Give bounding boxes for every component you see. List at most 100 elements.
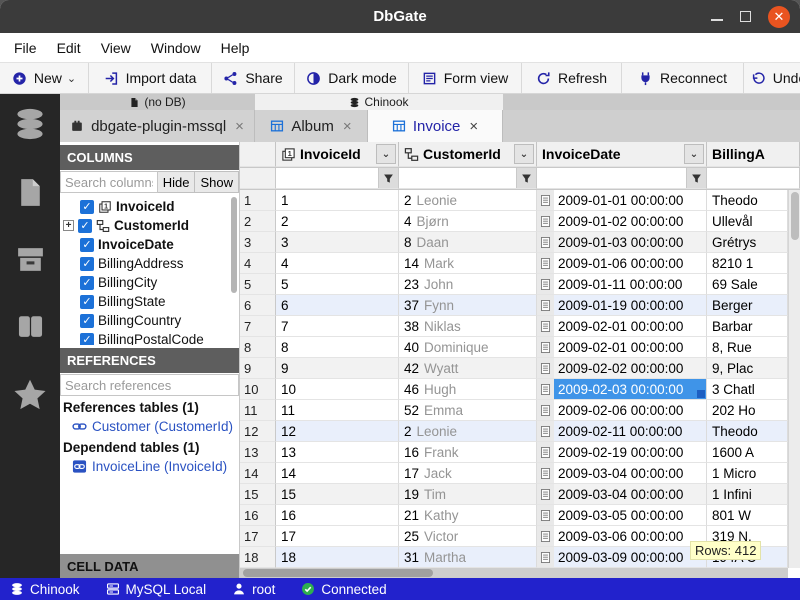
cell-invoiceid[interactable]: 10 (276, 379, 399, 400)
grid-column-header-invoiceid[interactable]: 1InvoiceId⌄ (276, 142, 399, 167)
column-menu-chevron-icon[interactable]: ⌄ (514, 144, 534, 164)
status-chinook[interactable]: Chinook (10, 582, 80, 597)
cell-billingaddress[interactable]: Theodo (707, 421, 788, 442)
cell-billingaddress[interactable]: Berger (707, 295, 788, 316)
sidebar-archive-icon[interactable] (14, 243, 47, 276)
checkbox-icon[interactable]: ✓ (80, 314, 94, 328)
tab-invoice[interactable]: Invoice× (368, 110, 503, 142)
columns-panel-header[interactable]: COLUMNS (60, 145, 239, 170)
close-icon[interactable]: ✕ (768, 6, 790, 28)
search-references-input[interactable] (60, 374, 239, 396)
cell-invoicedate[interactable]: 2009-02-01 00:00:00 (537, 316, 707, 337)
tab-close-icon[interactable]: × (469, 118, 478, 135)
filter-funnel-icon[interactable] (516, 168, 536, 188)
cell-billingaddress[interactable]: 1 Infini (707, 484, 788, 505)
fill-handle[interactable] (697, 390, 705, 398)
columns-scrollbar[interactable] (231, 197, 237, 293)
menu-item-file[interactable]: File (4, 36, 47, 60)
toolbar-button-reconnect[interactable]: Reconnect (622, 63, 744, 93)
status-mysql-local[interactable]: MySQL Local (106, 582, 207, 597)
column-item-billingpostalcode[interactable]: ✓BillingPostalCode (60, 330, 239, 345)
cell-invoiceid[interactable]: 13 (276, 442, 399, 463)
menu-item-window[interactable]: Window (141, 36, 211, 60)
column-menu-chevron-icon[interactable]: ⌄ (376, 144, 396, 164)
menu-item-help[interactable]: Help (211, 36, 260, 60)
filter-funnel-icon[interactable] (378, 168, 398, 188)
tab-group-nodb[interactable]: (no DB) (60, 94, 255, 110)
cell-billingaddress[interactable]: 69 Sale (707, 274, 788, 295)
cell-invoiceid[interactable]: 11 (276, 400, 399, 421)
cell-billingaddress[interactable]: 8210 1 (707, 253, 788, 274)
selected-cell[interactable]: 2009-02-03 00:00:00 (537, 379, 707, 400)
checkbox-icon[interactable]: ✓ (80, 200, 94, 214)
cell-invoiceid[interactable]: 18 (276, 547, 399, 568)
cell-customerid[interactable]: 52Emma (399, 400, 537, 421)
column-item-billingcity[interactable]: ✓BillingCity (60, 273, 239, 292)
cell-invoiceid[interactable]: 5 (276, 274, 399, 295)
cell-customerid[interactable]: 46Hugh (399, 379, 537, 400)
tab-close-icon[interactable]: × (343, 118, 352, 135)
cell-customerid[interactable]: 17Jack (399, 463, 537, 484)
cell-invoicedate[interactable]: 2009-02-01 00:00:00 (537, 337, 707, 358)
cell-invoicedate[interactable]: 2009-03-06 00:00:00 (537, 526, 707, 547)
cell-customerid[interactable]: 31Martha (399, 547, 537, 568)
cell-invoiceid[interactable]: 9 (276, 358, 399, 379)
cell-invoiceid[interactable]: 17 (276, 526, 399, 547)
references-panel-header[interactable]: REFERENCES (60, 348, 239, 373)
cell-billingaddress[interactable]: Barbar (707, 316, 788, 337)
cell-invoicedate[interactable]: 2009-03-09 00:00:00 (537, 547, 707, 568)
cell-customerid[interactable]: 4Bjørn (399, 211, 537, 232)
tab-album[interactable]: Album× (255, 110, 368, 142)
cell-customerid[interactable]: 25Victor (399, 526, 537, 547)
cell-invoiceid[interactable]: 2 (276, 211, 399, 232)
column-item-invoicedate[interactable]: ✓InvoiceDate (60, 235, 239, 254)
cell-invoicedate[interactable]: 2009-02-19 00:00:00 (537, 442, 707, 463)
cell-customerid[interactable]: 40Dominique (399, 337, 537, 358)
checkbox-icon[interactable]: ✓ (78, 219, 92, 233)
cell-invoicedate[interactable]: 2009-03-04 00:00:00 (537, 463, 707, 484)
filter-funnel-icon[interactable] (686, 168, 706, 188)
cell-invoiceid[interactable]: 1 (276, 190, 399, 211)
cell-invoiceid[interactable]: 15 (276, 484, 399, 505)
checkbox-icon[interactable]: ✓ (80, 257, 94, 271)
toolbar-button-form-view[interactable]: Form view (409, 63, 522, 93)
cell-invoiceid[interactable]: 4 (276, 253, 399, 274)
cell-invoiceid[interactable]: 3 (276, 232, 399, 253)
cell-invoicedate[interactable]: 2009-02-11 00:00:00 (537, 421, 707, 442)
cell-billingaddress[interactable]: 3 Chatl (707, 379, 788, 400)
filter-input-invoiceid[interactable] (276, 168, 378, 188)
toolbar-button-undo[interactable]: Undo (744, 63, 800, 93)
cell-billingaddress[interactable]: 801 W (707, 505, 788, 526)
cell-data-panel-header[interactable]: CELL DATA (60, 554, 239, 578)
cell-invoiceid[interactable]: 14 (276, 463, 399, 484)
cell-customerid[interactable]: 37Fynn (399, 295, 537, 316)
filter-input-customerid[interactable] (399, 168, 516, 188)
column-item-customerid[interactable]: +✓CustomerId (60, 216, 239, 235)
horizontal-scrollbar[interactable] (240, 568, 788, 578)
cell-invoicedate[interactable]: 2009-02-06 00:00:00 (537, 400, 707, 421)
toolbar-button-share[interactable]: Share (212, 63, 295, 93)
cell-customerid[interactable]: 16Frank (399, 442, 537, 463)
cell-invoicedate[interactable]: 2009-03-05 00:00:00 (537, 505, 707, 526)
cell-billingaddress[interactable]: 1 Micro (707, 463, 788, 484)
toolbar-button-dark-mode[interactable]: Dark mode (295, 63, 409, 93)
checkbox-icon[interactable]: ✓ (80, 238, 94, 252)
cell-customerid[interactable]: 2Leonie (399, 421, 537, 442)
cell-invoicedate[interactable]: 2009-01-02 00:00:00 (537, 211, 707, 232)
checkbox-icon[interactable]: ✓ (80, 333, 94, 346)
tab-dbgate-plugin-mssql[interactable]: dbgate-plugin-mssql× (60, 110, 255, 142)
cell-invoiceid[interactable]: 12 (276, 421, 399, 442)
cell-invoiceid[interactable]: 7 (276, 316, 399, 337)
cell-customerid[interactable]: 14Mark (399, 253, 537, 274)
cell-invoicedate[interactable]: 2009-03-04 00:00:00 (537, 484, 707, 505)
column-item-billingaddress[interactable]: ✓BillingAddress (60, 254, 239, 273)
checkbox-icon[interactable]: ✓ (80, 295, 94, 309)
grid-column-header-invoicedate[interactable]: InvoiceDate⌄ (537, 142, 707, 167)
sidebar-database-icon[interactable] (12, 106, 48, 142)
cell-billingaddress[interactable]: 8, Rue (707, 337, 788, 358)
filter-input-invoicedate[interactable] (537, 168, 686, 188)
tab-group-chinook[interactable]: Chinook (255, 94, 503, 110)
cell-customerid[interactable]: 42Wyatt (399, 358, 537, 379)
toolbar-button-refresh[interactable]: Refresh (522, 63, 622, 93)
cell-invoicedate[interactable]: 2009-01-01 00:00:00 (537, 190, 707, 211)
